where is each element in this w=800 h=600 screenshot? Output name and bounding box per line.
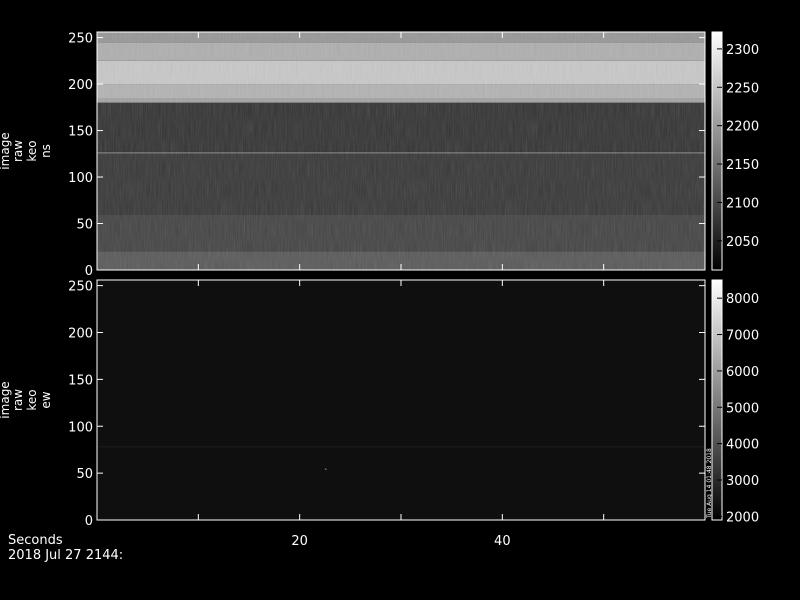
y-tick-label: 200 xyxy=(68,327,93,342)
y-label-line: ns xyxy=(39,144,53,158)
colorbar-tick-label: 2050 xyxy=(726,235,759,250)
y-tick-label: 150 xyxy=(68,125,93,140)
y-tick-label: 50 xyxy=(76,467,93,482)
colorbar-ew xyxy=(711,279,723,521)
colorbar-ew-ticks: 2000 3000 4000 5000 6000 7000 8000 xyxy=(717,292,759,525)
colorbar-tick-label: 2250 xyxy=(726,81,759,96)
y-tick-label: 0 xyxy=(85,514,93,529)
colorbar-tick-label: 3000 xyxy=(726,474,759,489)
x-axis-title: Seconds xyxy=(8,533,63,548)
keogram-figure: 050100150200250 image raw keo ns 2050210… xyxy=(0,31,759,563)
panel-ew: 0 50 100 150 200 250 20 40 image raw keo ew 20… xyxy=(0,279,759,549)
y-tick-label: 100 xyxy=(68,171,93,186)
heatmap-ew xyxy=(97,280,705,520)
colorbar-tick-label: 2000 xyxy=(726,510,759,525)
panel-ns: 0 50 100 150 200 250 image raw keo ns 2050 210… xyxy=(0,31,759,279)
colorbar-tick-label: 4000 xyxy=(726,438,759,453)
y-label-line: raw xyxy=(11,389,25,411)
colorbar-tick-label: 6000 xyxy=(726,365,759,380)
date-label: 2018 Jul 27 2144: xyxy=(8,548,123,563)
colorbar-tick-label: 2200 xyxy=(726,120,759,135)
y-label-line: keo xyxy=(25,389,39,410)
y-label-ns: image raw keo ns xyxy=(0,132,53,169)
heatmap-point xyxy=(325,468,327,470)
colorbar-tick-label: 7000 xyxy=(726,329,759,344)
y-tick-label: 250 xyxy=(68,280,93,295)
y-tick-label: 200 xyxy=(68,78,93,93)
colorbar-tick-label: 2150 xyxy=(726,158,759,173)
y-tick-label: 150 xyxy=(68,373,93,388)
y-tick-label: 250 xyxy=(68,32,93,47)
colorbar-tick-label: 5000 xyxy=(726,401,759,416)
colorbar-tick-label: 2100 xyxy=(726,196,759,211)
heatmap-ns-grain xyxy=(97,32,705,270)
colorbar-tick-label: 8000 xyxy=(726,292,759,307)
colorbar-side-note: Tue Aug 14 01:48 2018 xyxy=(706,448,713,519)
y-label-line: ew xyxy=(39,391,53,408)
y-label-line: keo xyxy=(25,140,39,161)
colorbar-ns-ticks: 2050 2100 2150 2200 2250 2300 xyxy=(717,43,759,250)
y-tick-label: 100 xyxy=(68,420,93,435)
y-label-line: raw xyxy=(11,140,25,162)
x-tick-label: 20 xyxy=(291,534,308,549)
colorbar-tick-label: 2300 xyxy=(726,43,759,58)
heatmap-background xyxy=(97,280,705,520)
y-label-ew: image raw keo ew xyxy=(0,381,53,418)
colorbar-ns xyxy=(711,31,723,271)
y-tick-label: 50 xyxy=(76,218,93,233)
y-tick-label: 0 xyxy=(85,264,93,279)
x-tick-label: 40 xyxy=(494,534,511,549)
